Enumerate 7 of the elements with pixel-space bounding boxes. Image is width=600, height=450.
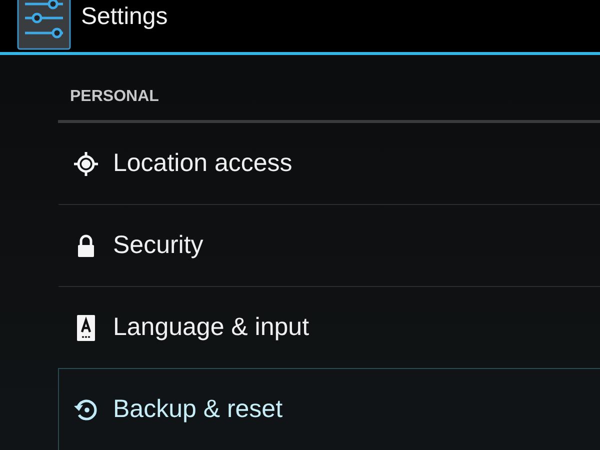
restore-icon (73, 396, 99, 422)
section-header: PERSONAL (58, 55, 600, 123)
settings-item[interactable]: Location access (58, 123, 600, 204)
app-title: Settings (81, 3, 168, 31)
crosshair-icon (73, 150, 99, 176)
settings-item[interactable]: Backup & reset (58, 368, 600, 450)
settings-item[interactable]: Security (58, 204, 600, 286)
